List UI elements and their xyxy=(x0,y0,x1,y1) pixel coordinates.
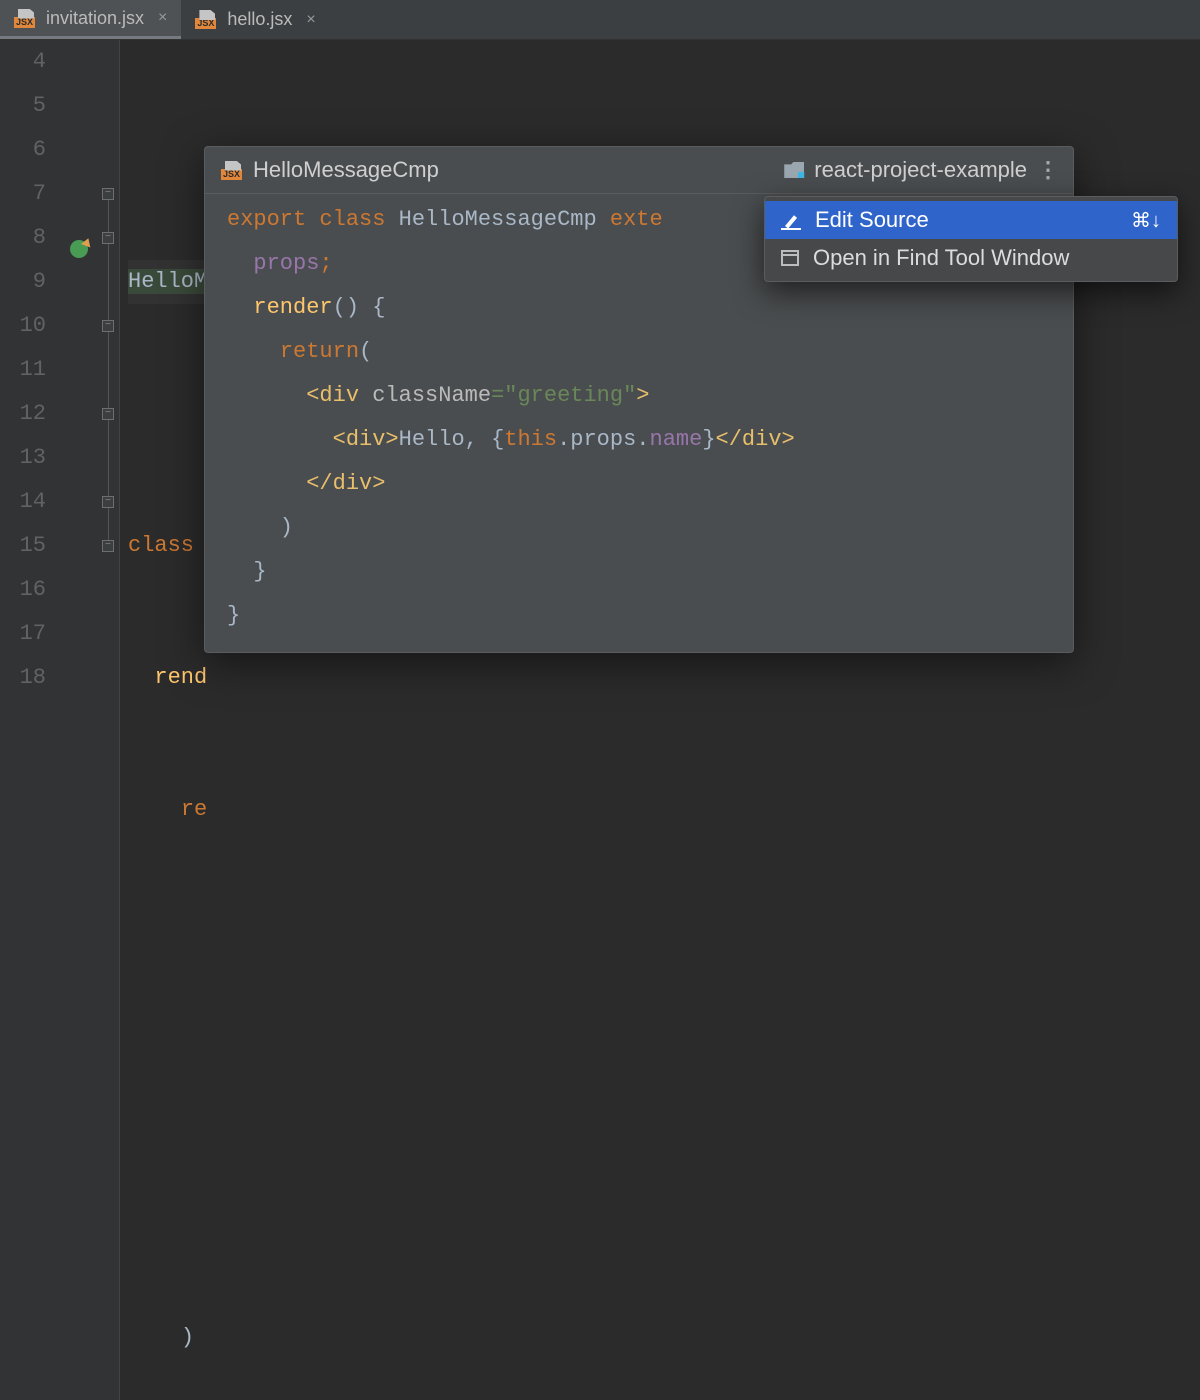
pencil-icon xyxy=(781,210,801,230)
line-number: 9 xyxy=(0,260,46,304)
line-number: 13 xyxy=(0,436,46,480)
window-icon xyxy=(781,250,799,266)
context-menu: Edit Source ⌘↓ Open in Find Tool Window xyxy=(764,196,1178,282)
popup-title: HelloMessageCmp xyxy=(253,157,439,183)
code-line[interactable]: ) xyxy=(128,1316,854,1360)
fold-gutter: − − − − − − xyxy=(100,40,120,1400)
tab-label: invitation.jsx xyxy=(46,8,144,29)
line-number: 18 xyxy=(0,656,46,700)
menu-item-edit-source[interactable]: Edit Source ⌘↓ xyxy=(765,201,1177,239)
close-icon[interactable]: × xyxy=(158,9,167,27)
jsx-file-icon: JSX xyxy=(195,10,217,29)
jsx-file-icon: JSX xyxy=(221,161,243,180)
line-number: 5 xyxy=(0,84,46,128)
line-number: 12 xyxy=(0,392,46,436)
line-number: 11 xyxy=(0,348,46,392)
line-number-gutter: 456789101112131415161718 xyxy=(0,40,60,1400)
fold-toggle-icon[interactable]: − xyxy=(102,540,114,552)
line-number: 8 xyxy=(0,216,46,260)
tab-label: hello.jsx xyxy=(227,9,292,30)
line-number: 4 xyxy=(0,40,46,84)
folder-icon xyxy=(784,162,804,178)
menu-item-label: Open in Find Tool Window xyxy=(813,245,1069,271)
tab-hello[interactable]: JSX hello.jsx × xyxy=(181,0,329,39)
tab-bar: JSX invitation.jsx × JSX hello.jsx × xyxy=(0,0,1200,40)
fold-toggle-icon[interactable]: − xyxy=(102,188,114,200)
popup-project-label[interactable]: react-project-example xyxy=(814,157,1027,183)
fold-toggle-icon[interactable]: − xyxy=(102,408,114,420)
line-number: 7 xyxy=(0,172,46,216)
line-number: 10 xyxy=(0,304,46,348)
fold-toggle-icon[interactable]: − xyxy=(102,496,114,508)
code-line[interactable]: re xyxy=(128,788,854,832)
menu-item-label: Edit Source xyxy=(815,207,929,233)
fold-toggle-icon[interactable]: − xyxy=(102,320,114,332)
run-gutter-icon[interactable] xyxy=(70,240,88,258)
menu-item-open-find-window[interactable]: Open in Find Tool Window xyxy=(765,239,1177,277)
code-line[interactable]: rend xyxy=(128,656,854,700)
close-icon[interactable]: × xyxy=(306,11,315,29)
line-number: 6 xyxy=(0,128,46,172)
jsx-file-icon: JSX xyxy=(14,9,36,28)
line-number: 17 xyxy=(0,612,46,656)
tab-invitation[interactable]: JSX invitation.jsx × xyxy=(0,0,181,39)
line-number: 16 xyxy=(0,568,46,612)
menu-shortcut: ⌘↓ xyxy=(1131,208,1161,233)
popup-header: JSX HelloMessageCmp react-project-exampl… xyxy=(205,147,1073,194)
line-number: 15 xyxy=(0,524,46,568)
line-number: 14 xyxy=(0,480,46,524)
icon-gutter xyxy=(60,40,100,1400)
fold-toggle-icon[interactable]: − xyxy=(102,232,114,244)
kebab-menu-icon[interactable]: ⋮ xyxy=(1037,157,1057,183)
